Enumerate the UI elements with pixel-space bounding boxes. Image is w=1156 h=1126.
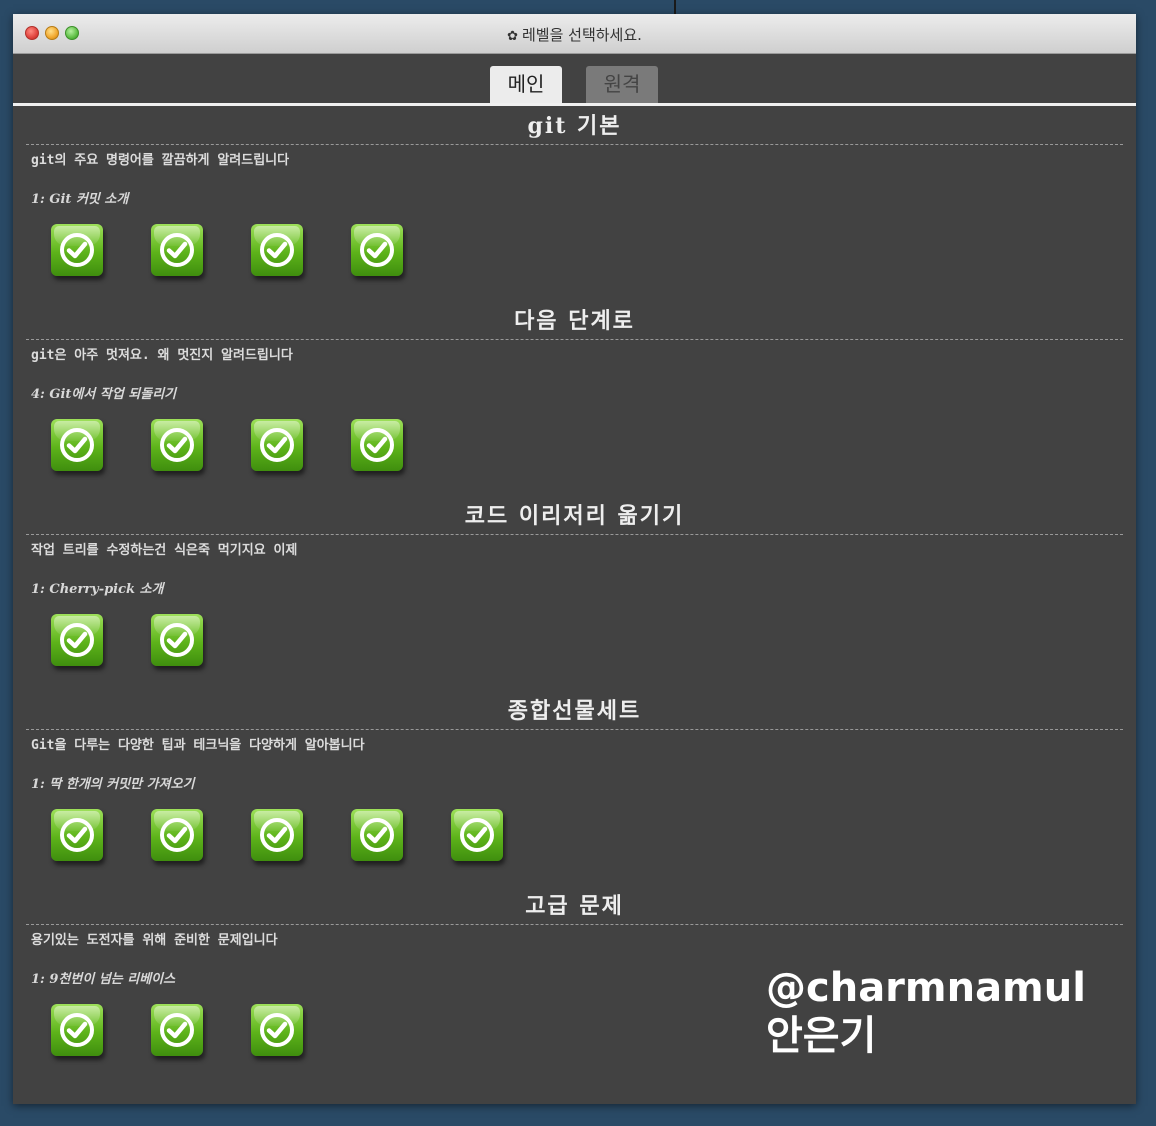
tab-bar: 메인 원격 <box>13 54 1136 106</box>
section-description: git은 아주 멋져요. 왜 멋진지 알려드립니다 <box>31 348 293 363</box>
level-buttons <box>26 614 1123 666</box>
level-button[interactable] <box>51 1004 103 1056</box>
tab-main[interactable]: 메인 <box>490 66 562 103</box>
check-icon <box>58 231 96 269</box>
level-section: 다음 단계로 git은 아주 멋져요. 왜 멋진지 알려드립니다 4: Git에서 … <box>26 301 1123 496</box>
next-level-label: 1: Git 커밋 소개 <box>31 192 129 207</box>
section-description: git의 주요 명령어를 깔끔하게 알려드립니다 <box>31 153 290 168</box>
tab-remote[interactable]: 원격 <box>586 66 658 103</box>
check-icon <box>258 426 296 464</box>
section-title: 종합선물세트 <box>26 691 1123 730</box>
section-description: 용기있는 도전자를 위해 준비한 문제입니다 <box>31 933 278 948</box>
check-icon <box>258 1011 296 1049</box>
level-button[interactable] <box>251 224 303 276</box>
level-button[interactable] <box>151 614 203 666</box>
section-description: Git을 다루는 다양한 팁과 테크닉을 다양하게 알아봅니다 <box>31 738 365 753</box>
level-section: 코드 이리저리 옮기기작업 트리를 수정하는건 식은죽 먹기지요 이제 1: Ch… <box>26 496 1123 691</box>
level-buttons <box>26 224 1123 276</box>
level-button[interactable] <box>151 224 203 276</box>
level-button[interactable] <box>451 809 503 861</box>
check-icon <box>58 1011 96 1049</box>
gear-icon: ✿ <box>507 29 518 44</box>
section-description: 작업 트리를 수정하는건 식은죽 먹기지요 이제 <box>31 543 298 558</box>
level-button[interactable] <box>251 809 303 861</box>
check-icon <box>358 231 396 269</box>
level-button[interactable] <box>351 419 403 471</box>
next-level-label: 1: 딱 한개의 커밋만 가져오기 <box>31 777 195 792</box>
check-icon <box>158 231 196 269</box>
check-icon <box>158 1011 196 1049</box>
level-buttons <box>26 809 1123 861</box>
watermark-name: 안은기 <box>766 1013 877 1059</box>
next-level-label: 4: Git에서 작업 되돌리기 <box>31 387 177 402</box>
level-buttons <box>26 419 1123 471</box>
level-button[interactable] <box>351 224 403 276</box>
level-button[interactable] <box>51 224 103 276</box>
level-button[interactable] <box>51 809 103 861</box>
check-icon <box>158 816 196 854</box>
window-title: ✿ 레벨을 선택하세요. <box>507 26 642 44</box>
section-title: 코드 이리저리 옮기기 <box>26 496 1123 535</box>
level-button[interactable] <box>151 809 203 861</box>
level-sections: git 기본 git의 주요 명령어를 깔끔하게 알려드립니다 1: Git 커밋 … <box>13 106 1136 1081</box>
check-icon <box>458 816 496 854</box>
level-button[interactable] <box>251 1004 303 1056</box>
level-section: git 기본 git의 주요 명령어를 깔끔하게 알려드립니다 1: Git 커밋 … <box>26 106 1123 301</box>
desktop-divider <box>674 0 676 14</box>
level-select-window: ✿ 레벨을 선택하세요. 메인 원격 git 기본 git의 주요 명령어를 깔끔하… <box>13 14 1136 1104</box>
section-title: 고급 문제 <box>26 886 1123 925</box>
level-button[interactable] <box>251 419 303 471</box>
section-title: 다음 단계로 <box>26 301 1123 340</box>
check-icon <box>58 426 96 464</box>
level-button[interactable] <box>151 419 203 471</box>
check-icon <box>358 816 396 854</box>
check-icon <box>258 816 296 854</box>
level-button[interactable] <box>51 419 103 471</box>
level-section: 종합선물세트 Git을 다루는 다양한 팁과 테크닉을 다양하게 알아봅니다 1: … <box>26 691 1123 886</box>
check-icon <box>158 621 196 659</box>
section-title: git 기본 <box>26 106 1123 145</box>
check-icon <box>358 426 396 464</box>
check-icon <box>58 621 96 659</box>
next-level-label: 1: Cherry-pick 소개 <box>31 582 164 597</box>
check-icon <box>258 231 296 269</box>
title-bar[interactable]: ✿ 레벨을 선택하세요. <box>13 14 1136 54</box>
check-icon <box>158 426 196 464</box>
level-button[interactable] <box>351 809 403 861</box>
check-icon <box>58 816 96 854</box>
level-button[interactable] <box>151 1004 203 1056</box>
level-button[interactable] <box>51 614 103 666</box>
watermark: @charmnamul 안은기 <box>766 964 1086 1060</box>
watermark-handle: @charmnamul <box>766 965 1086 1011</box>
